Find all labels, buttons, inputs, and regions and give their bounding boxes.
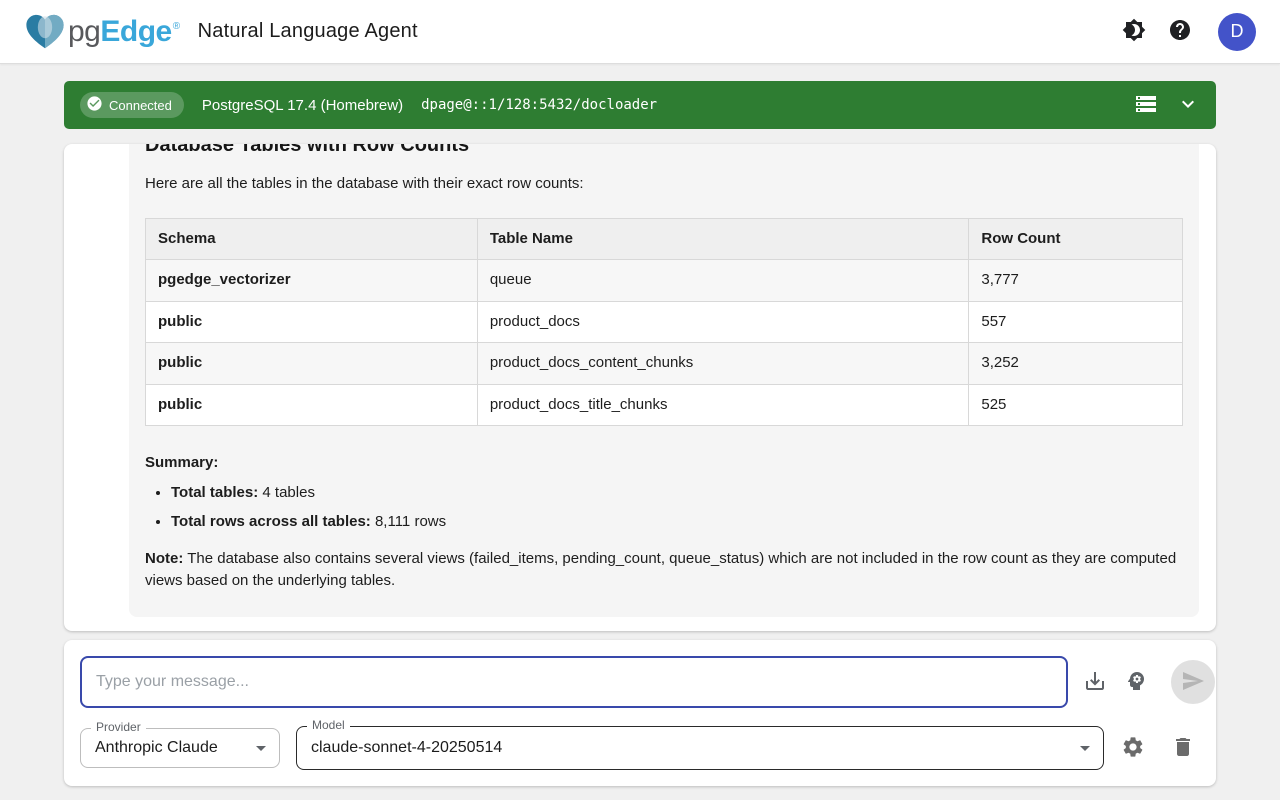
bullet-value: 4 tables: [262, 484, 315, 501]
schema-cell: pgedge_vectorizer: [146, 260, 478, 302]
table-name-cell: product_docs: [477, 301, 969, 343]
theme-toggle-button[interactable]: [1122, 20, 1146, 44]
assistant-message: Database Tables with Row Counts Here are…: [129, 144, 1199, 617]
chevron-down-icon: [1176, 92, 1200, 119]
table-row: public product_docs_content_chunks 3,252: [146, 343, 1183, 385]
provider-select-value: Anthropic Claude: [81, 739, 218, 757]
table-row: pgedge_vectorizer queue 3,777: [146, 260, 1183, 302]
list-item: Total tables: 4 tables: [171, 482, 1183, 505]
row-counts-table: Schema Table Name Row Count pgedge_vecto…: [145, 218, 1183, 427]
header-actions: D: [1122, 13, 1256, 51]
table-row: public product_docs 557: [146, 301, 1183, 343]
column-header-row-count: Row Count: [969, 218, 1183, 260]
table-row: public product_docs_title_chunks 525: [146, 384, 1183, 426]
composer-settings-row: Provider Anthropic Claude Model claude-s…: [80, 726, 1200, 770]
check-circle-icon: [86, 95, 103, 115]
trash-icon: [1171, 735, 1195, 762]
psychology-head-gear-icon: [1124, 669, 1148, 696]
composer-settings-actions: [1121, 736, 1195, 760]
thinking-mode-button[interactable]: [1124, 670, 1148, 694]
send-paper-plane-icon: [1181, 669, 1205, 696]
table-name-cell: queue: [477, 260, 969, 302]
logo-edge-text: Edge: [100, 15, 171, 49]
user-avatar[interactable]: D: [1218, 13, 1256, 51]
row-count-cell: 525: [969, 384, 1183, 426]
send-button[interactable]: [1171, 660, 1215, 704]
table-name-cell: product_docs_title_chunks: [477, 384, 969, 426]
table-name-cell: product_docs_content_chunks: [477, 343, 969, 385]
model-select[interactable]: Model claude-sonnet-4-20250514: [296, 726, 1104, 770]
connection-status-badge: Connected: [80, 92, 184, 118]
message-input[interactable]: [80, 656, 1068, 708]
bullet-label: Total rows across all tables:: [171, 513, 371, 530]
app-header: pgEdge® Natural Language Agent D: [0, 0, 1280, 64]
chat-history-panel[interactable]: Database Tables with Row Counts Here are…: [64, 144, 1216, 631]
note-paragraph: Note: The database also contains several…: [145, 548, 1183, 593]
pgedge-logo: pgEdge®: [24, 12, 180, 52]
schema-cell: public: [146, 384, 478, 426]
help-button[interactable]: [1168, 20, 1192, 44]
column-header-table-name: Table Name: [477, 218, 969, 260]
dark-mode-brightness-icon: [1122, 18, 1146, 45]
list-item: Total rows across all tables: 8,111 rows: [171, 511, 1183, 534]
provider-select-label: Provider: [91, 721, 146, 733]
summary-list: Total tables: 4 tables Total rows across…: [145, 482, 1183, 534]
dropdown-arrow-icon: [249, 736, 273, 760]
composer-input-row: [80, 656, 1200, 708]
message-intro: Here are all the tables in the database …: [145, 173, 1183, 196]
message-heading: Database Tables with Row Counts: [145, 144, 1183, 159]
dropdown-arrow-icon: [1073, 736, 1097, 760]
gear-icon: [1121, 735, 1145, 762]
row-count-cell: 3,252: [969, 343, 1183, 385]
row-count-cell: 3,777: [969, 260, 1183, 302]
note-text: The database also contains several views…: [145, 550, 1176, 590]
collapse-connection-button[interactable]: [1176, 93, 1200, 117]
schema-cell: public: [146, 343, 478, 385]
logo-pg-text: pg: [68, 15, 100, 49]
row-count-cell: 557: [969, 301, 1183, 343]
model-select-label: Model: [307, 719, 350, 731]
note-label: Note:: [145, 550, 183, 567]
model-select-value: claude-sonnet-4-20250514: [297, 739, 502, 757]
storage-stack-icon: [1134, 92, 1158, 119]
download-chat-button[interactable]: [1083, 670, 1107, 694]
logo-registered-mark: ®: [173, 21, 180, 32]
provider-select[interactable]: Provider Anthropic Claude: [80, 728, 280, 768]
composer-input-actions: [1083, 660, 1215, 704]
connection-bar-actions: [1134, 93, 1200, 117]
page-title: Natural Language Agent: [198, 20, 418, 43]
bullet-label: Total tables:: [171, 484, 258, 501]
settings-button[interactable]: [1121, 736, 1145, 760]
summary-heading: Summary:: [145, 452, 1183, 475]
question-mark-circle-icon: [1168, 18, 1192, 45]
schema-cell: public: [146, 301, 478, 343]
bullet-value: 8,111 rows: [375, 513, 446, 530]
composer-panel: Provider Anthropic Claude Model claude-s…: [64, 640, 1216, 786]
download-tray-icon: [1083, 669, 1107, 696]
pgedge-wordmark: pgEdge®: [68, 15, 180, 49]
pgedge-heart-icon: [24, 12, 66, 52]
connection-string: dpage@::1/128:5432/docloader: [421, 97, 657, 113]
schema-browser-button[interactable]: [1134, 93, 1158, 117]
clear-chat-button[interactable]: [1171, 736, 1195, 760]
column-header-schema: Schema: [146, 218, 478, 260]
connection-bar: Connected PostgreSQL 17.4 (Homebrew) dpa…: [64, 81, 1216, 129]
connection-status-label: Connected: [109, 98, 172, 113]
server-version-label: PostgreSQL 17.4 (Homebrew): [202, 97, 403, 114]
table-header-row: Schema Table Name Row Count: [146, 218, 1183, 260]
